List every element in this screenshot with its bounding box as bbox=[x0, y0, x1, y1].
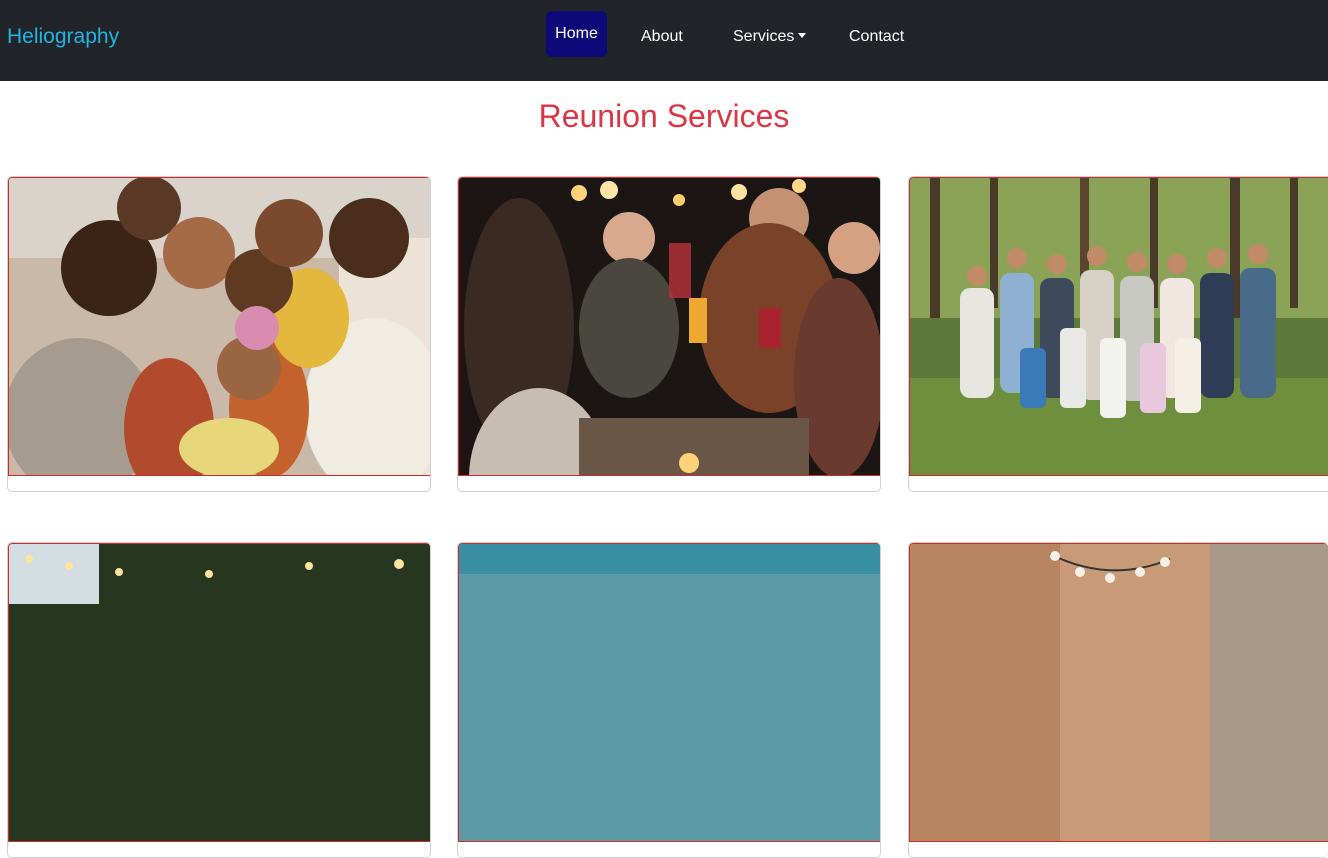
service-card[interactable] bbox=[7, 176, 431, 492]
nav-item-home[interactable]: Home bbox=[546, 11, 607, 57]
sky-landscape-photo bbox=[458, 543, 880, 842]
extended-family-outdoor-portrait-photo bbox=[909, 177, 1328, 476]
evening-dinner-toast-photo bbox=[458, 177, 880, 476]
service-card[interactable] bbox=[7, 542, 431, 858]
service-card[interactable] bbox=[908, 542, 1328, 858]
caret-down-icon bbox=[798, 33, 807, 38]
nav-item-services-label: Services bbox=[733, 28, 795, 45]
navbar: Heliography Home About Services Contact bbox=[0, 0, 1328, 81]
nav-item-contact[interactable]: Contact bbox=[849, 28, 904, 46]
nav-item-about[interactable]: About bbox=[641, 28, 683, 46]
string-lights-trees-photo bbox=[8, 543, 430, 842]
service-card[interactable] bbox=[457, 176, 881, 492]
nav-item-services-dropdown[interactable]: Services bbox=[733, 28, 807, 46]
brick-wall-string-lights-photo bbox=[909, 543, 1328, 842]
service-card[interactable] bbox=[457, 542, 881, 858]
family-group-hug-photo bbox=[8, 177, 430, 476]
page-title: Reunion Services bbox=[538, 98, 790, 134]
brand-logo-link[interactable]: Heliography bbox=[7, 25, 119, 49]
service-card[interactable] bbox=[908, 176, 1328, 492]
